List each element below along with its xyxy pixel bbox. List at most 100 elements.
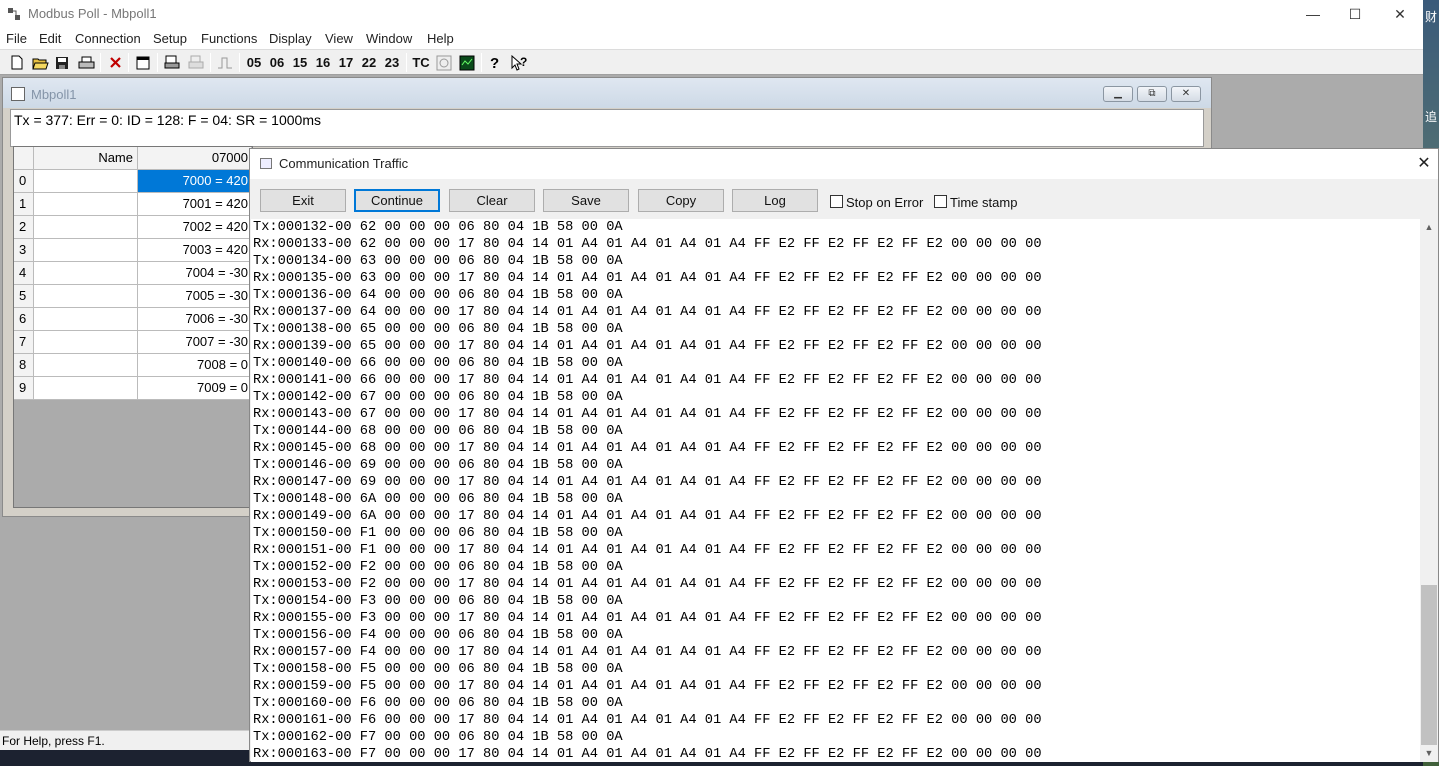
grid-name-cell[interactable] (34, 285, 138, 308)
grid-name-cell[interactable] (34, 331, 138, 354)
traffic-line: Rx:000155-00 F3 00 00 00 17 80 04 14 01 … (253, 611, 1042, 626)
scroll-up-arrow-icon[interactable]: ▲ (1420, 219, 1438, 236)
traffic-line: Rx:000133-00 62 00 00 00 17 80 04 14 01 … (253, 237, 1042, 252)
app-icon (8, 8, 20, 20)
vertical-scrollbar[interactable]: ▲ ▼ (1420, 219, 1438, 762)
menu-setup[interactable]: Setup (153, 31, 187, 46)
window-icon[interactable] (134, 53, 152, 72)
window-title: Modbus Poll - Mbpoll1 (28, 6, 157, 21)
stop-on-error-label[interactable]: Stop on Error (846, 195, 923, 210)
continue-button[interactable]: Continue (354, 189, 440, 212)
title-bar[interactable]: Modbus Poll - Mbpoll1 — ☐ ✕ (0, 0, 1423, 28)
read-write-icon[interactable] (163, 53, 181, 72)
toolbar-separator (157, 53, 158, 72)
grid-value-cell[interactable]: 7001 = 420 (138, 193, 252, 216)
child-close-button[interactable]: ✕ (1171, 86, 1201, 102)
context-help-icon[interactable]: ? (509, 53, 529, 72)
new-file-icon[interactable] (8, 53, 26, 72)
fc-06-button[interactable]: 06 (267, 53, 287, 72)
traffic-line: Rx:000161-00 F6 00 00 00 17 80 04 14 01 … (253, 713, 1042, 728)
register-grid: Name 07000 0 7000 = 420 1 7001 = 420 2 7… (13, 146, 253, 508)
menu-edit[interactable]: Edit (39, 31, 61, 46)
grid-value-cell[interactable]: 7006 = -30 (138, 308, 252, 331)
fc-22-button[interactable]: 22 (359, 53, 379, 72)
row-number: 0 (14, 170, 34, 193)
traffic-log[interactable]: Tx:000132-00 62 00 00 00 06 80 04 1B 58 … (251, 219, 1420, 762)
traffic-line: Tx:000140-00 66 00 00 00 06 80 04 1B 58 … (253, 356, 623, 371)
grid-value-cell[interactable]: 7002 = 420 (138, 216, 252, 239)
traffic-line: Tx:000132-00 62 00 00 00 06 80 04 1B 58 … (253, 220, 623, 235)
menu-view[interactable]: View (325, 31, 353, 46)
grid-name-cell[interactable] (34, 377, 138, 400)
menu-window[interactable]: Window (366, 31, 412, 46)
menu-display[interactable]: Display (269, 31, 312, 46)
grid-name-cell[interactable] (34, 239, 138, 262)
grid-value-cell[interactable]: 7009 = 0 (138, 377, 252, 400)
traffic-line: Tx:000160-00 F6 00 00 00 06 80 04 1B 58 … (253, 696, 623, 711)
menu-connection[interactable]: Connection (75, 31, 141, 46)
row-number: 2 (14, 216, 34, 239)
column-header-address[interactable]: 07000 (138, 147, 252, 170)
clear-button[interactable]: Clear (449, 189, 535, 212)
minimize-button[interactable]: — (1298, 3, 1328, 25)
menu-bar: File Edit Connection Setup Functions Dis… (0, 28, 1423, 49)
grid-name-cell[interactable] (34, 262, 138, 285)
child-minimize-button[interactable]: ▁ (1103, 86, 1133, 102)
stop-on-error-checkbox[interactable] (830, 195, 843, 208)
traffic-window-icon (260, 158, 272, 169)
grid-value-cell[interactable]: 7005 = -30 (138, 285, 252, 308)
grid-value-cell[interactable]: 7008 = 0 (138, 354, 252, 377)
scroll-down-arrow-icon[interactable]: ▼ (1420, 745, 1438, 762)
tc-icon[interactable]: TC (411, 53, 431, 72)
toolbar-separator (210, 53, 211, 72)
grid-name-cell[interactable] (34, 216, 138, 239)
grid-value-cell[interactable]: 7003 = 420 (138, 239, 252, 262)
grid-value-cell[interactable]: 7004 = -30 (138, 262, 252, 285)
poll-status-line: Tx = 377: Err = 0: ID = 128: F = 04: SR … (10, 109, 1204, 147)
save-button[interactable]: Save (543, 189, 629, 212)
fc-17-button[interactable]: 17 (336, 53, 356, 72)
menu-functions[interactable]: Functions (201, 31, 257, 46)
open-folder-icon[interactable] (30, 53, 50, 72)
copy-button[interactable]: Copy (638, 189, 724, 212)
grid-value-cell[interactable]: 7007 = -30 (138, 331, 252, 354)
traffic-line: Tx:000138-00 65 00 00 00 06 80 04 1B 58 … (253, 322, 623, 337)
fc-16-button[interactable]: 16 (313, 53, 333, 72)
help-icon[interactable]: ? (486, 53, 504, 72)
menu-help[interactable]: Help (427, 31, 454, 46)
maximize-button[interactable]: ☐ (1340, 3, 1370, 25)
svg-text:?: ? (490, 55, 499, 71)
document-icon (11, 87, 25, 101)
traffic-disabled-icon (434, 53, 454, 72)
delete-icon[interactable] (106, 53, 124, 72)
menu-file[interactable]: File (6, 31, 27, 46)
monitor-icon[interactable] (457, 53, 477, 72)
fc-05-button[interactable]: 05 (244, 53, 264, 72)
save-icon[interactable] (53, 53, 71, 72)
fc-23-button[interactable]: 23 (382, 53, 402, 72)
child-restore-button[interactable]: ⧉ (1137, 86, 1167, 102)
print-icon[interactable] (76, 53, 96, 72)
traffic-line: Rx:000139-00 65 00 00 00 17 80 04 14 01 … (253, 339, 1042, 354)
dialog-close-button[interactable]: ✕ (1412, 152, 1436, 176)
scrollbar-thumb[interactable] (1421, 585, 1437, 745)
desktop-char: 追 (1425, 110, 1438, 124)
traffic-line: Rx:000147-00 69 00 00 00 17 80 04 14 01 … (253, 475, 1042, 490)
grid-name-cell[interactable] (34, 170, 138, 193)
grid-name-cell[interactable] (34, 354, 138, 377)
traffic-line: Tx:000150-00 F1 00 00 00 06 80 04 1B 58 … (253, 526, 623, 541)
time-stamp-checkbox[interactable] (934, 195, 947, 208)
grid-value-cell[interactable]: 7000 = 420 (138, 170, 252, 193)
exit-button[interactable]: Exit (260, 189, 346, 212)
dialog-title-bar[interactable]: Communication Traffic ✕ (250, 149, 1438, 179)
grid-name-cell[interactable] (34, 308, 138, 331)
child-title-bar[interactable]: Mbpoll1 ▁ ⧉ ✕ (3, 78, 1211, 108)
log-button[interactable]: Log (732, 189, 818, 212)
time-stamp-label[interactable]: Time stamp (950, 195, 1017, 210)
grid-name-cell[interactable] (34, 193, 138, 216)
close-button[interactable]: ✕ (1385, 3, 1415, 25)
traffic-line: Rx:000157-00 F4 00 00 00 17 80 04 14 01 … (253, 645, 1042, 660)
svg-text:?: ? (520, 55, 527, 69)
fc-15-button[interactable]: 15 (290, 53, 310, 72)
column-header-name[interactable]: Name (34, 147, 138, 170)
